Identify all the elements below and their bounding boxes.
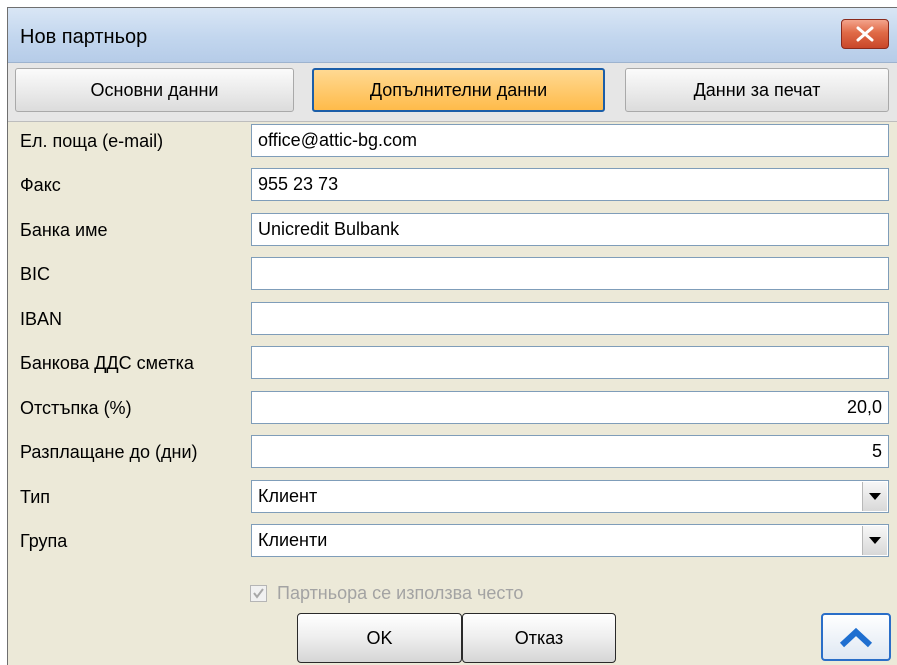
- frequent-partner-checkbox[interactable]: [250, 584, 267, 602]
- row-fax: Факс 955 23 73: [8, 165, 897, 205]
- row-type: Тип Клиент: [8, 477, 897, 517]
- group-select-value: Клиенти: [258, 530, 328, 550]
- row-group: Група Клиенти: [8, 521, 897, 561]
- window-title: Нов партньор: [20, 26, 148, 48]
- type-dropdown-button[interactable]: [862, 482, 887, 511]
- row-iban: IBAN: [8, 299, 897, 339]
- tab-bar: Основни данни Допълнителни данни Данни з…: [8, 63, 897, 122]
- email-label: Ел. поща (e-mail): [20, 131, 164, 151]
- iban-field[interactable]: [251, 302, 889, 335]
- title-bar[interactable]: Нов партньор: [8, 8, 897, 63]
- close-button[interactable]: [841, 19, 889, 49]
- frequent-partner-option: Партньора се използва често: [250, 580, 523, 606]
- payment-days-field[interactable]: 5: [251, 435, 889, 468]
- chevron-down-icon: [869, 537, 881, 544]
- fax-label: Факс: [20, 175, 61, 195]
- email-field[interactable]: office@attic-bg.com: [251, 124, 889, 157]
- tab-print-data[interactable]: Данни за печат: [625, 68, 889, 112]
- discount-label: Отстъпка (%): [20, 398, 132, 418]
- fax-field[interactable]: 955 23 73: [251, 168, 889, 201]
- iban-label: IBAN: [20, 309, 63, 329]
- close-x-icon: [856, 26, 874, 42]
- row-email: Ел. поща (e-mail) office@attic-bg.com: [8, 121, 897, 161]
- chevron-up-icon: [839, 627, 873, 648]
- group-label: Група: [20, 531, 68, 551]
- row-discount: Отстъпка (%) 20,0: [8, 388, 897, 428]
- tab-additional-data[interactable]: Допълнителни данни: [312, 68, 605, 112]
- tab-basic-data[interactable]: Основни данни: [15, 68, 294, 112]
- bank-name-field[interactable]: Unicredit Bulbank: [251, 213, 889, 246]
- bank-vat-account-field[interactable]: [251, 346, 889, 379]
- type-label: Тип: [20, 487, 51, 507]
- row-bank-name: Банка име Unicredit Bulbank: [8, 210, 897, 250]
- bank-vat-account-label: Банкова ДДС сметка: [20, 353, 194, 373]
- cancel-button[interactable]: Отказ: [462, 613, 616, 663]
- payment-days-label: Разплащане до (дни): [20, 442, 198, 462]
- row-payment-days: Разплащане до (дни) 5: [8, 432, 897, 472]
- bank-name-label: Банка име: [20, 220, 108, 240]
- discount-field[interactable]: 20,0: [251, 391, 889, 424]
- group-dropdown-button[interactable]: [862, 526, 887, 555]
- chevron-down-icon: [869, 493, 881, 500]
- ok-button[interactable]: OK: [297, 613, 462, 663]
- bic-label: BIC: [20, 264, 51, 284]
- row-bank-vat-account: Банкова ДДС сметка: [8, 343, 897, 383]
- type-select[interactable]: Клиент: [251, 480, 889, 513]
- dialog-window: Нов партньор Основни данни Допълнителни …: [7, 7, 897, 665]
- checkmark-icon: [253, 587, 264, 599]
- type-select-value: Клиент: [258, 486, 318, 506]
- row-bic: BIC: [8, 254, 897, 294]
- bic-field[interactable]: [251, 257, 889, 290]
- group-select[interactable]: Клиенти: [251, 524, 889, 557]
- frequent-partner-label: Партньора се използва често: [277, 582, 524, 603]
- scroll-up-button[interactable]: [821, 613, 891, 661]
